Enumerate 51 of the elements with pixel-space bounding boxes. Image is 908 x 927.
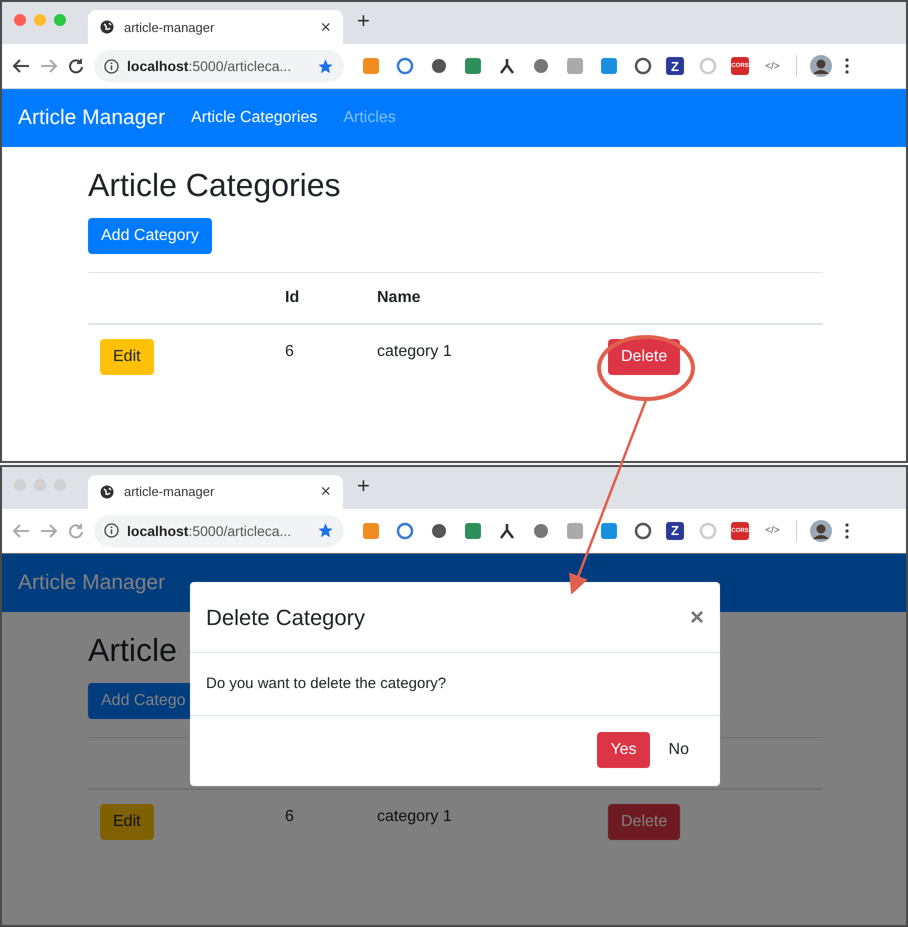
new-tab-button[interactable]: + [357, 472, 370, 498]
table-cell-text: 6 [285, 806, 295, 826]
extension-icon[interactable] [632, 56, 653, 76]
extension-icon[interactable]: </> [762, 60, 783, 72]
extension-icon[interactable] [632, 520, 653, 541]
dialog-message: Do you want to delete the category? [206, 674, 446, 692]
extension-icon[interactable]: Z [666, 57, 684, 75]
table-cell-text: category 1 [377, 806, 453, 826]
menu-icon[interactable] [845, 522, 849, 538]
brand-link[interactable]: Article Manager [18, 106, 166, 130]
window-control-icon[interactable] [14, 14, 26, 26]
extension-icon[interactable]: Z [666, 522, 684, 540]
address-bar[interactable]: localhost:5000/articleca... [94, 50, 344, 82]
address-bar[interactable]: localhost:5000/articleca... [94, 514, 344, 546]
url-text: localhost:5000/articleca... [127, 58, 292, 74]
forward-icon[interactable] [40, 58, 58, 74]
column-header: Id [285, 289, 300, 307]
dialog-button[interactable]: No [656, 732, 702, 768]
forward-icon[interactable] [40, 522, 58, 538]
info-icon[interactable] [104, 523, 119, 538]
close-tab-button[interactable]: × [320, 16, 331, 38]
avatar-icon[interactable] [810, 520, 832, 542]
nav-link[interactable]: Article Categories [191, 109, 318, 127]
page-heading: Article Categories [88, 167, 342, 204]
table-cell-text: category 1 [377, 342, 453, 361]
close-button[interactable]: × [690, 604, 704, 632]
close-tab-button[interactable]: × [320, 481, 331, 502]
star-icon[interactable] [317, 58, 334, 74]
browser-tab[interactable]: article-manager × [88, 474, 343, 508]
star-icon[interactable] [317, 522, 334, 539]
add-category-button[interactable]: Add Category [88, 218, 212, 254]
globe-icon [100, 20, 114, 34]
dialog-title: Delete Category [206, 604, 365, 630]
reload-icon[interactable] [68, 58, 84, 74]
page-heading: Article [88, 632, 178, 668]
table-cell-text: 6 [285, 342, 295, 361]
edit-button[interactable]: Edit [100, 339, 154, 375]
dialog-button[interactable]: Yes [597, 732, 650, 768]
menu-icon[interactable] [845, 58, 849, 74]
url-text: localhost:5000/articleca... [127, 522, 292, 538]
back-icon[interactable] [12, 58, 30, 74]
avatar-icon[interactable] [810, 55, 832, 77]
delete-button[interactable]: Delete [608, 339, 680, 375]
info-icon[interactable] [104, 58, 119, 74]
globe-icon [100, 484, 114, 498]
extension-icon[interactable]: </> [762, 525, 783, 536]
tab-title: article-manager [124, 20, 216, 34]
tab-title: article-manager [124, 484, 216, 499]
browser-tab[interactable]: article-manager × [88, 10, 343, 44]
new-tab-button[interactable]: + [357, 8, 370, 34]
column-header: Name [377, 289, 422, 307]
